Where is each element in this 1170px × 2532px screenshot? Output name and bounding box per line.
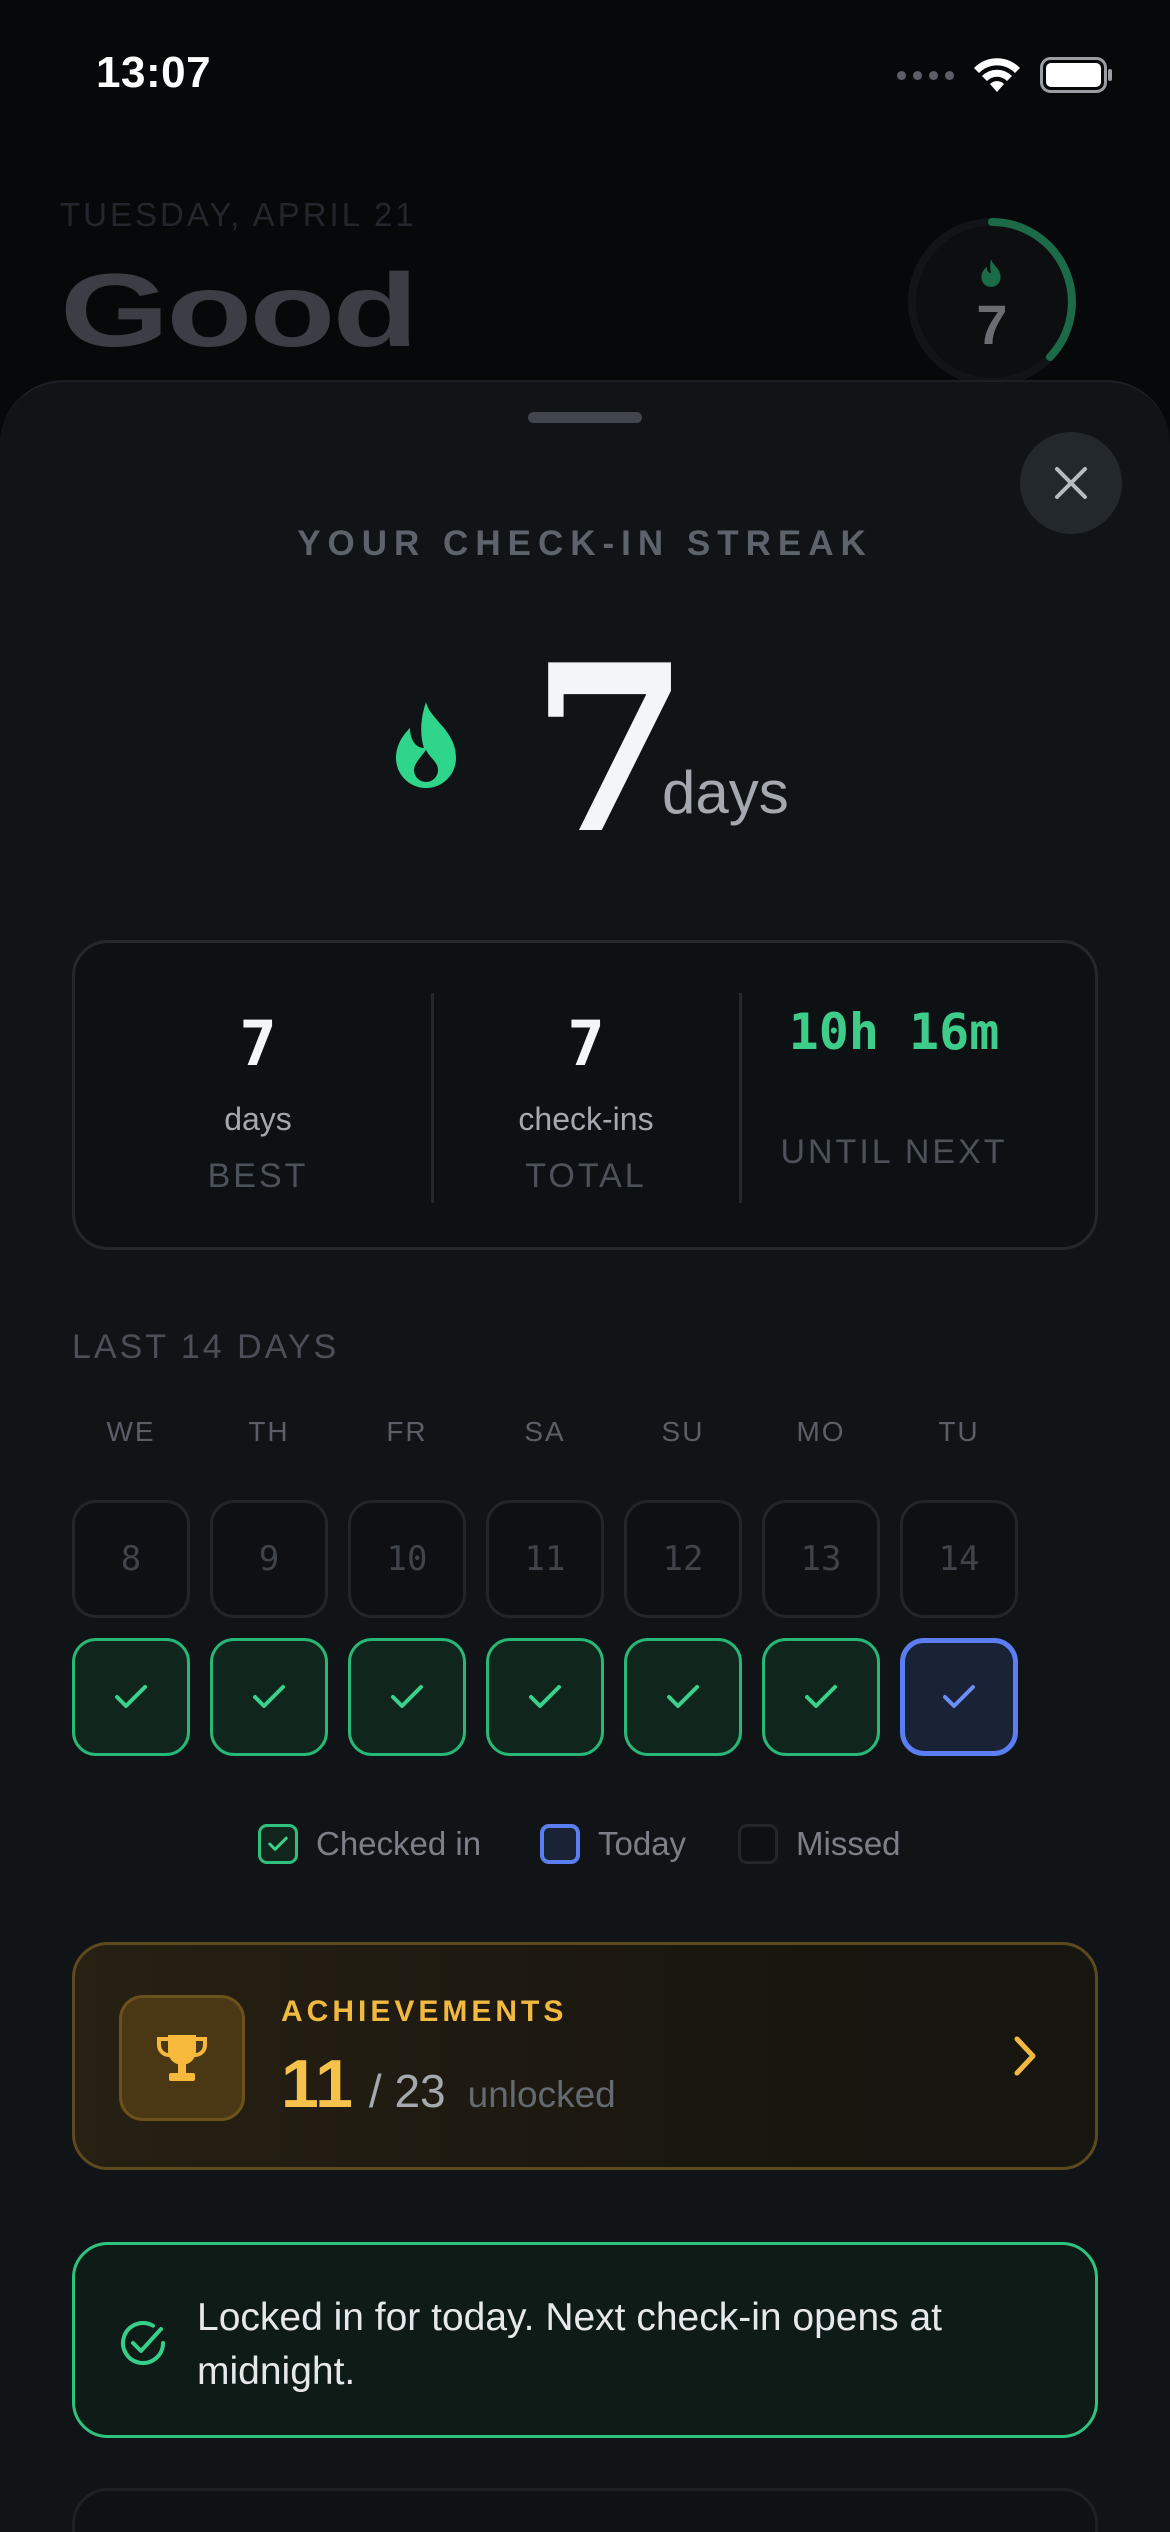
check-icon [529, 1685, 561, 1708]
achievements-unlocked: 11 [281, 2046, 353, 2122]
weekday-label: MO [796, 1416, 846, 1447]
today-day [900, 1638, 1018, 1756]
day-cell: 14 [900, 1500, 1018, 1618]
achievements-suffix: unlocked [467, 2074, 616, 2115]
stat-next-label: UNTIL NEXT [780, 1133, 1008, 1171]
weekday-label: SA [524, 1416, 566, 1447]
check-icon [115, 1685, 147, 1708]
sheet-title: YOUR CHECK-IN STREAK [297, 524, 873, 563]
background-date: TUESDAY, APRIL 21 [60, 196, 417, 233]
ring-count: 7 [976, 293, 1008, 356]
close-button[interactable] [1020, 432, 1122, 534]
cellular-signal-icon [897, 70, 954, 80]
trophy-icon-badge [119, 1995, 245, 2121]
check-circle-icon [121, 2321, 165, 2365]
stat-best-value: 7 [239, 1007, 277, 1080]
check-icon [805, 1685, 837, 1708]
legend-missed: Missed [738, 1824, 901, 1864]
chevron-right-icon [1014, 2036, 1036, 2076]
legend-missed-icon [738, 1824, 778, 1864]
stat-total-value: 7 [567, 1007, 605, 1080]
trophy-icon [156, 2035, 208, 2081]
checked-in-day [348, 1638, 466, 1756]
day-cell: 12 [624, 1500, 742, 1618]
legend-checked-label: Checked in [316, 1825, 482, 1862]
day-cell: 8 [72, 1500, 190, 1618]
checked-in-day [762, 1638, 880, 1756]
streak-hero: 7 days [0, 615, 1170, 885]
status-time: 13:07 [96, 48, 212, 97]
status-icons [897, 56, 1114, 94]
locked-in-message: Locked in for today. Next check-in opens… [197, 2296, 943, 2393]
stat-total-label: TOTAL [525, 1157, 647, 1195]
next-card [72, 2488, 1098, 2532]
achievements-title: ACHIEVEMENTS [281, 1995, 568, 2028]
weekday-label: TH [248, 1416, 290, 1447]
stats-card: 7 days BEST 7 check-ins TOTAL 10h 16m UN… [72, 940, 1098, 1250]
streak-unit: days [662, 759, 789, 826]
checked-in-day [72, 1638, 190, 1756]
stat-next: 10h 16m UNTIL NEXT [741, 943, 1047, 1247]
weekday-label: FR [386, 1416, 428, 1447]
achievements-card[interactable]: ACHIEVEMENTS 11 / 23 unlocked [72, 1942, 1098, 2170]
achievements-total: / 23 [368, 2065, 446, 2117]
legend-today-icon [540, 1824, 580, 1864]
check-icon [667, 1685, 699, 1708]
legend-checked-icon [258, 1824, 298, 1864]
sheet-grabber[interactable] [528, 412, 642, 423]
locked-in-banner: Locked in for today. Next check-in opens… [72, 2242, 1098, 2438]
wifi-icon [974, 58, 1020, 92]
battery-icon [1040, 57, 1112, 93]
background-greeting: Good [60, 253, 418, 369]
day-cell: 11 [486, 1500, 604, 1618]
close-icon [1055, 467, 1087, 499]
flame-icon [396, 702, 456, 788]
day-cell: 9 [210, 1500, 328, 1618]
check-icon [943, 1685, 975, 1708]
stat-total-unit: check-ins [518, 1101, 654, 1137]
stat-total: 7 check-ins TOTAL [433, 943, 739, 1247]
legend-today: Today [540, 1824, 686, 1864]
weekday-label: WE [106, 1416, 156, 1447]
checked-in-day [486, 1638, 604, 1756]
check-icon [391, 1685, 423, 1708]
stat-next-value: 10h 16m [788, 1003, 1000, 1061]
streak-count: 7 [530, 615, 691, 885]
check-icon [253, 1685, 285, 1708]
stat-best-unit: days [224, 1101, 292, 1137]
checked-in-day [210, 1638, 328, 1756]
stat-best: 7 days BEST [105, 943, 411, 1247]
ring-flame-icon [981, 259, 1001, 287]
stat-best-label: BEST [207, 1157, 309, 1195]
achievements-count: 11 / 23 unlocked [281, 2045, 616, 2123]
legend-missed-label: Missed [796, 1825, 901, 1862]
weekday-label: SU [661, 1416, 705, 1447]
legend-checked: Checked in [258, 1824, 481, 1864]
legend-today-label: Today [598, 1825, 687, 1862]
day-cell: 13 [762, 1500, 880, 1618]
checked-in-day [624, 1638, 742, 1756]
weekday-label: TU [938, 1416, 980, 1447]
check-icon [268, 1836, 288, 1851]
day-cell: 10 [348, 1500, 466, 1618]
last-14-days-heading: LAST 14 DAYS [72, 1328, 340, 1366]
